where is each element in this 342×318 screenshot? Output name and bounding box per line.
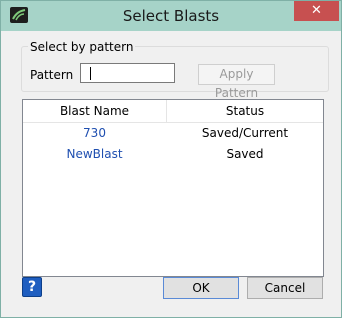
column-header-blast-name[interactable]: Blast Name: [23, 100, 167, 122]
help-icon: ?: [27, 279, 37, 295]
text-caret: [90, 67, 91, 80]
cancel-button[interactable]: Cancel: [247, 277, 323, 299]
column-header-status[interactable]: Status: [167, 100, 323, 122]
title-bar[interactable]: Select Blasts ✕: [1, 1, 341, 31]
list-header: Blast Name Status: [23, 100, 323, 123]
help-button[interactable]: ?: [22, 277, 42, 297]
dialog-body: Select by pattern Pattern Apply Pattern …: [9, 31, 333, 309]
ok-button[interactable]: OK: [163, 277, 239, 299]
close-button[interactable]: ✕: [294, 1, 339, 21]
table-row[interactable]: NewBlast Saved: [23, 144, 323, 165]
apply-pattern-button[interactable]: Apply Pattern: [198, 64, 275, 100]
pattern-input[interactable]: [80, 63, 175, 83]
pattern-label: Pattern: [30, 68, 74, 82]
window-title: Select Blasts: [122, 7, 220, 25]
close-icon: ✕: [311, 3, 322, 18]
select-blasts-dialog: Select Blasts ✕ Select by pattern Patter…: [0, 0, 342, 318]
status-cell: Saved: [226, 147, 264, 161]
pattern-group-legend: Select by pattern: [28, 40, 136, 54]
blast-name-cell: 730: [83, 126, 106, 140]
blast-list[interactable]: Blast Name Status 730 Saved/Current NewB…: [22, 99, 324, 277]
status-cell: Saved/Current: [201, 126, 289, 140]
blast-name-cell: NewBlast: [66, 147, 123, 161]
table-row[interactable]: 730 Saved/Current: [23, 123, 323, 144]
